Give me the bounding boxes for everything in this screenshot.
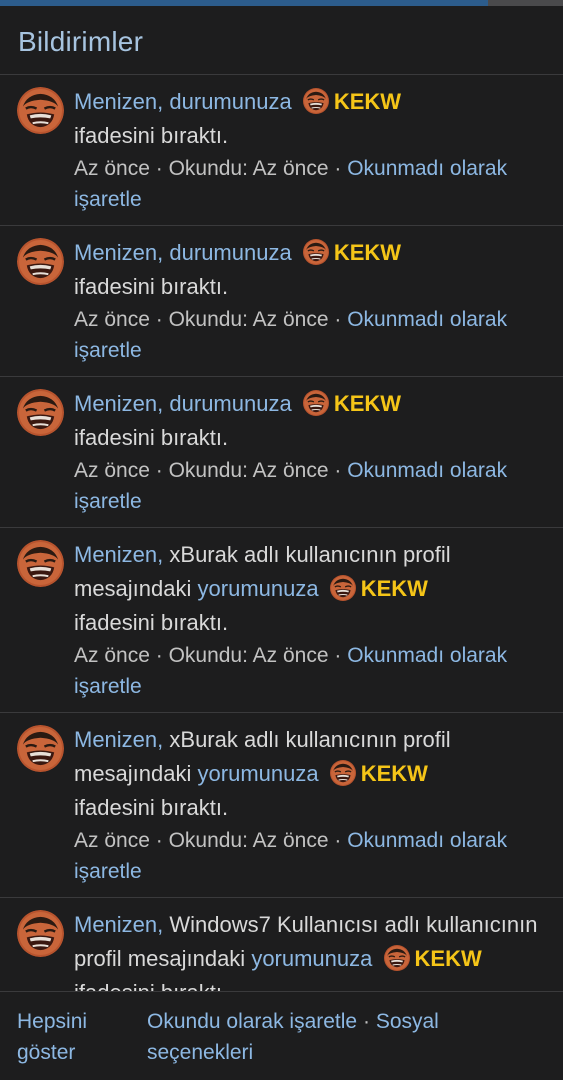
target-link[interactable]: yorumunuza [198,576,319,601]
target-link[interactable]: yorumunuza [251,946,372,971]
kekw-emoji-icon [383,945,410,971]
footer-separator: · [362,1010,370,1033]
notification-text: Menizen, durumunuza KEKW ifadesini bırak… [74,387,553,455]
notification-meta: Az önce · Okundu: Az önce · Okunmadı ola… [74,644,508,698]
avatar [17,389,64,436]
read-status: Okundu: Az önce [168,644,329,667]
notification-tail: ifadesini bıraktı. [74,980,228,991]
user-link[interactable]: Menizen [74,912,157,937]
notifications-header: Bildirimler [0,6,563,75]
notification-list: Menizen, durumunuza KEKW ifadesini bırak… [0,75,563,991]
user-separator: , [157,912,170,937]
notification-tail: ifadesini bıraktı. [74,425,229,450]
notification-text: Menizen, xBurak adlı kullanıcının profil… [74,723,553,825]
kekw-emoji-icon [329,760,356,786]
avatar [17,540,64,587]
user-link[interactable]: Menizen [74,391,157,416]
notification-tail: ifadesini bıraktı. [74,795,229,820]
user-link[interactable]: Menizen [74,727,157,752]
kekw-emoji-icon [329,575,356,601]
user-link[interactable]: Menizen [74,89,157,114]
reaction-name: KEKW [333,89,402,114]
target-link[interactable]: durumunuza [169,391,291,416]
reaction-name: KEKW [360,576,428,601]
notification-time: Az önce [74,308,150,331]
notification-meta: Az önce · Okundu: Az önce · Okunmadı ola… [74,829,508,883]
avatar [17,910,64,957]
notification-text: Menizen, durumunuza KEKW ifadesini bırak… [74,85,553,153]
notification-item[interactable]: Menizen, Windows7 Kullanıcısı adlı kulla… [0,898,563,991]
notification-meta: Az önce · Okundu: Az önce · Okunmadı ola… [74,308,508,362]
read-status: Okundu: Az önce [168,157,329,180]
target-link[interactable]: yorumunuza [198,761,319,786]
user-separator: , [157,391,170,416]
user-separator: , [157,542,170,567]
notification-meta: Az önce · Okundu: Az önce · Okunmadı ola… [74,157,508,211]
notification-item[interactable]: Menizen, durumunuza KEKW ifadesini bırak… [0,377,563,528]
notification-time: Az önce [74,644,150,667]
avatar [17,87,64,134]
notification-item[interactable]: Menizen, durumunuza KEKW ifadesini bırak… [0,75,563,226]
notification-text: Menizen, Windows7 Kullanıcısı adlı kulla… [74,908,553,991]
reaction-name: KEKW [333,240,402,265]
read-status: Okundu: Az önce [168,308,329,331]
user-link[interactable]: Menizen [74,240,157,265]
avatar [17,238,64,285]
notification-text: Menizen, xBurak adlı kullanıcının profil… [74,538,553,640]
kekw-emoji-icon [302,88,329,114]
kekw-emoji-icon [302,390,329,416]
user-link[interactable]: Menizen [74,542,157,567]
notification-text: Menizen, durumunuza KEKW ifadesini bırak… [74,236,553,304]
show-all-link[interactable]: Hepsini göster [17,1010,87,1064]
avatar [17,725,64,772]
notification-item[interactable]: Menizen, xBurak adlı kullanıcının profil… [0,713,563,898]
reaction-name: KEKW [333,391,402,416]
read-status: Okundu: Az önce [168,459,329,482]
kekw-emoji-icon [302,239,329,265]
notifications-footer: Hepsini göster Okundu olarak işaretle · … [0,991,563,1080]
notification-item[interactable]: Menizen, durumunuza KEKW ifadesini bırak… [0,226,563,377]
notification-item[interactable]: Menizen, xBurak adlı kullanıcının profil… [0,528,563,713]
user-separator: , [157,727,170,752]
notification-time: Az önce [74,157,150,180]
reaction-name: KEKW [414,946,482,971]
target-link[interactable]: durumunuza [169,89,291,114]
notification-time: Az önce [74,829,150,852]
mark-all-read-link[interactable]: Okundu olarak işaretle [147,1010,357,1033]
notification-tail: ifadesini bıraktı. [74,274,229,299]
notification-time: Az önce [74,459,150,482]
target-link[interactable]: durumunuza [169,240,291,265]
page-title: Bildirimler [18,26,144,57]
notification-tail: ifadesini bıraktı. [74,610,229,635]
user-separator: , [157,89,170,114]
notification-meta: Az önce · Okundu: Az önce · Okunmadı ola… [74,459,508,513]
read-status: Okundu: Az önce [168,829,329,852]
reaction-name: KEKW [360,761,428,786]
notification-tail: ifadesini bıraktı. [74,123,229,148]
user-separator: , [157,240,170,265]
